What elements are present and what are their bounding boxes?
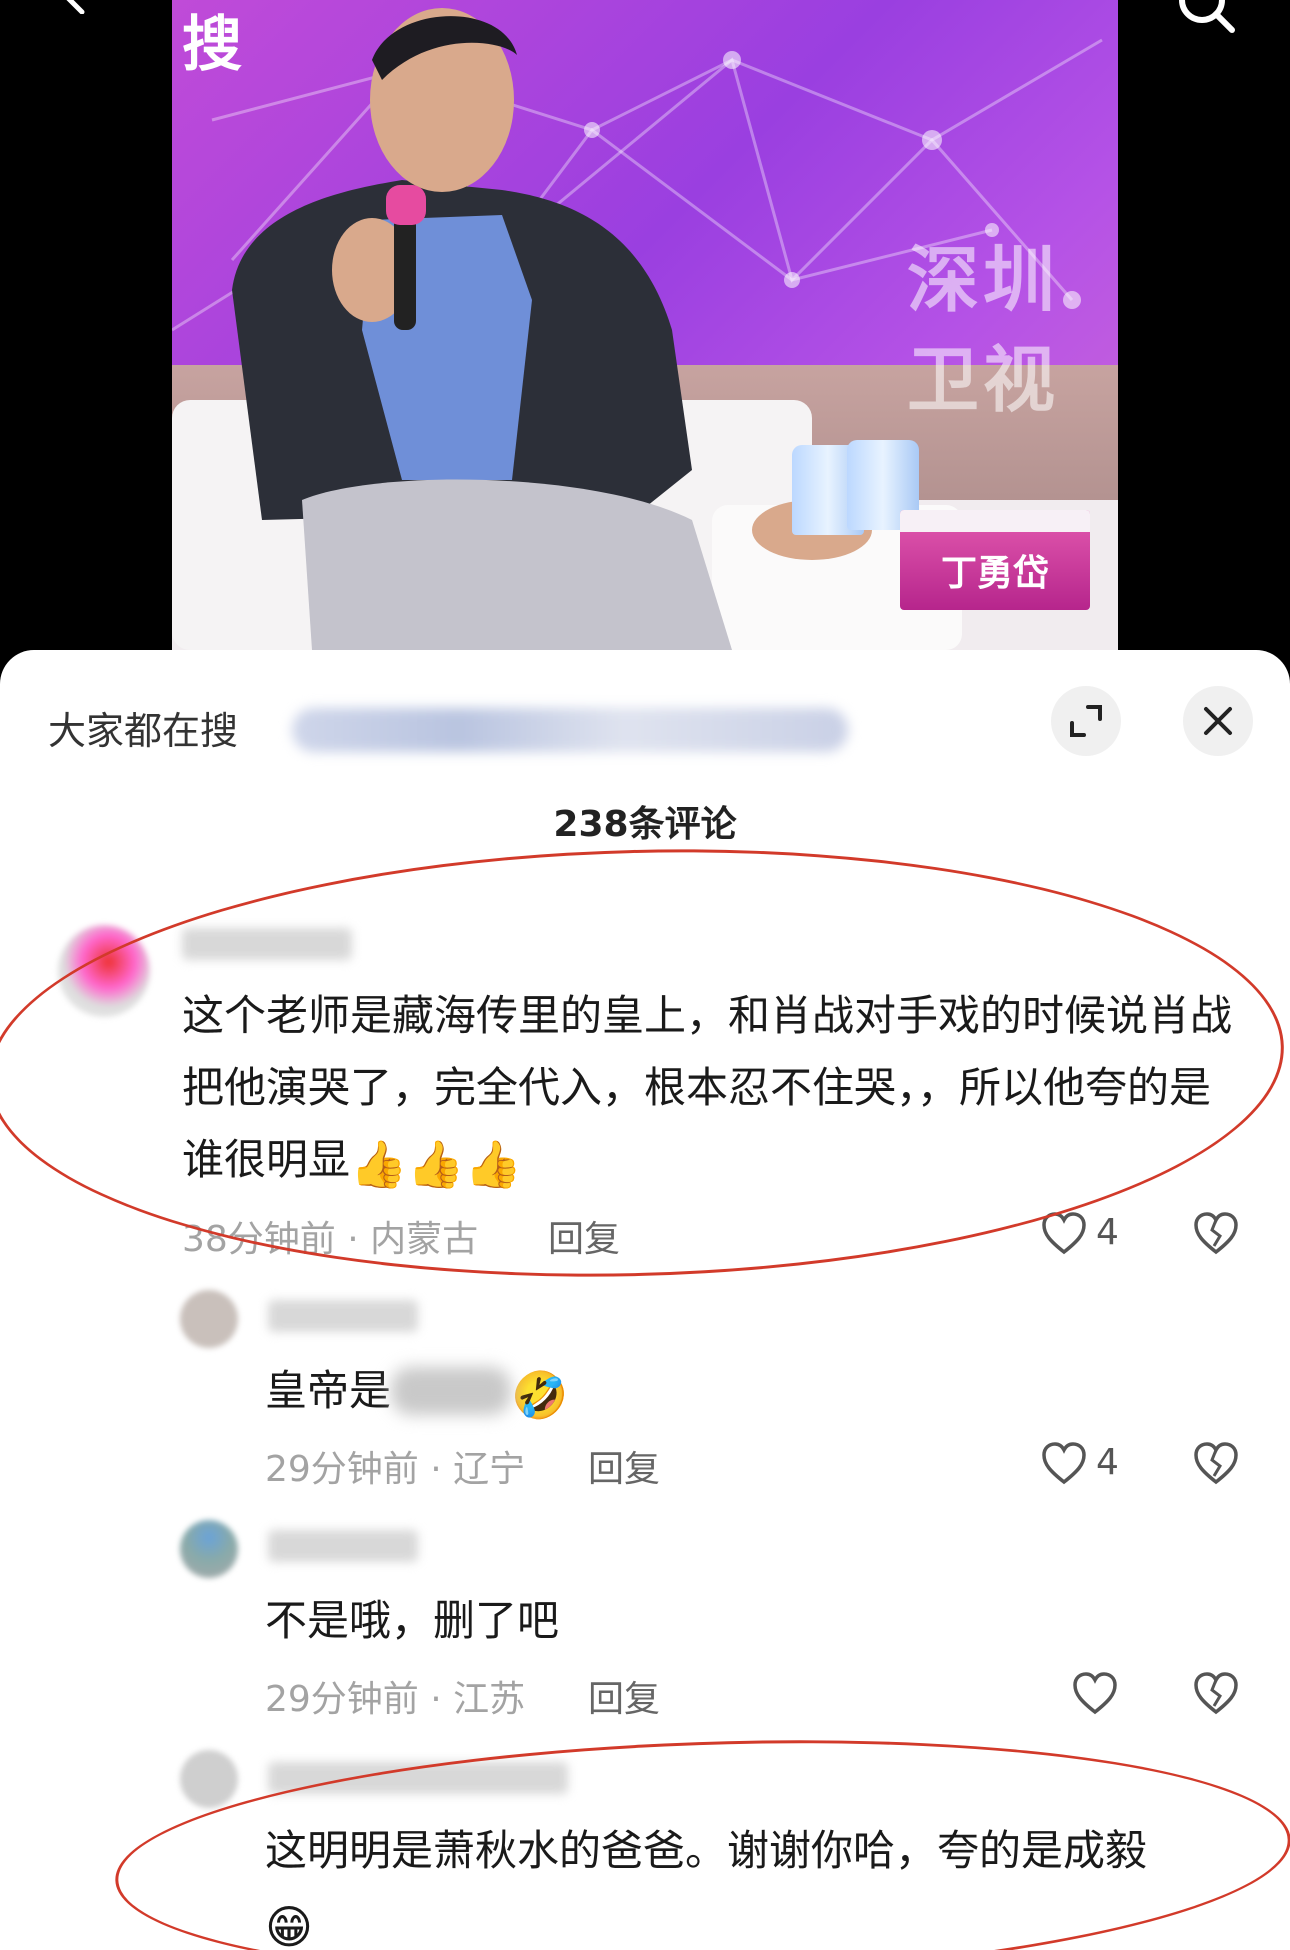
video-frame: 丁勇岱 搜 深圳卫视 xyxy=(172,0,1118,650)
heart-icon xyxy=(1073,1672,1117,1715)
reply-text: 皇帝是 🤣 xyxy=(265,1355,1165,1427)
avatar[interactable] xyxy=(180,1750,238,1808)
like-count: 4 xyxy=(1096,1212,1119,1253)
close-button[interactable] xyxy=(1183,686,1253,756)
like-button[interactable] xyxy=(1071,1670,1131,1720)
avatar[interactable] xyxy=(180,1290,238,1348)
like-button[interactable]: 4 xyxy=(1040,1440,1150,1490)
comment-sheet: 大家都在搜 238条评论 这个老师是藏海传里的皇上，和肖战对手戏的时候说肖战把他… xyxy=(0,650,1290,1950)
broken-heart-icon[interactable] xyxy=(1192,1210,1240,1258)
search-icon[interactable] xyxy=(1176,0,1236,34)
nameplate-name: 丁勇岱 xyxy=(940,553,1049,594)
reply-meta: 29分钟前 · 江苏 xyxy=(265,1679,526,1720)
like-button[interactable]: 4 xyxy=(1040,1210,1150,1260)
avatar[interactable] xyxy=(180,1520,238,1578)
close-icon xyxy=(1204,707,1232,735)
tv-watermark: 深圳卫视 xyxy=(907,238,1060,422)
username-blurred[interactable] xyxy=(268,1300,418,1332)
username-blurred[interactable] xyxy=(268,1530,418,1562)
laughing-crying-emoji: 🤣 xyxy=(511,1368,569,1422)
reply-meta: 29分钟前 · 辽宁 xyxy=(265,1449,526,1490)
heart-icon xyxy=(1042,1442,1086,1485)
speaker-nameplate: 丁勇岱 xyxy=(900,510,1090,610)
reply-text-start: 皇帝是 xyxy=(265,1366,392,1415)
broken-heart-icon[interactable] xyxy=(1192,1440,1240,1488)
trending-search-label: 大家都在搜 xyxy=(48,709,239,753)
video-player[interactable]: 丁勇岱 搜 深圳卫视 xyxy=(0,0,1290,660)
broken-heart-icon[interactable] xyxy=(1192,1670,1240,1718)
nameplate-header xyxy=(900,510,1090,532)
expand-icon xyxy=(1070,705,1102,737)
blurred-search-query[interactable] xyxy=(292,708,848,752)
reply-button[interactable]: 回复 xyxy=(588,1670,660,1722)
expand-button[interactable] xyxy=(1051,686,1121,756)
back-arrow-icon[interactable] xyxy=(52,0,92,14)
comment-count: 238条评论 xyxy=(553,804,737,845)
reply-button[interactable]: 回复 xyxy=(588,1440,660,1492)
blurred-name xyxy=(391,1367,512,1415)
reply-text: 不是哦，删了吧 xyxy=(265,1596,560,1645)
like-count: 4 xyxy=(1096,1442,1119,1483)
channel-corner-logo: 搜 xyxy=(182,10,242,80)
annotation-circle xyxy=(111,1721,1290,1950)
